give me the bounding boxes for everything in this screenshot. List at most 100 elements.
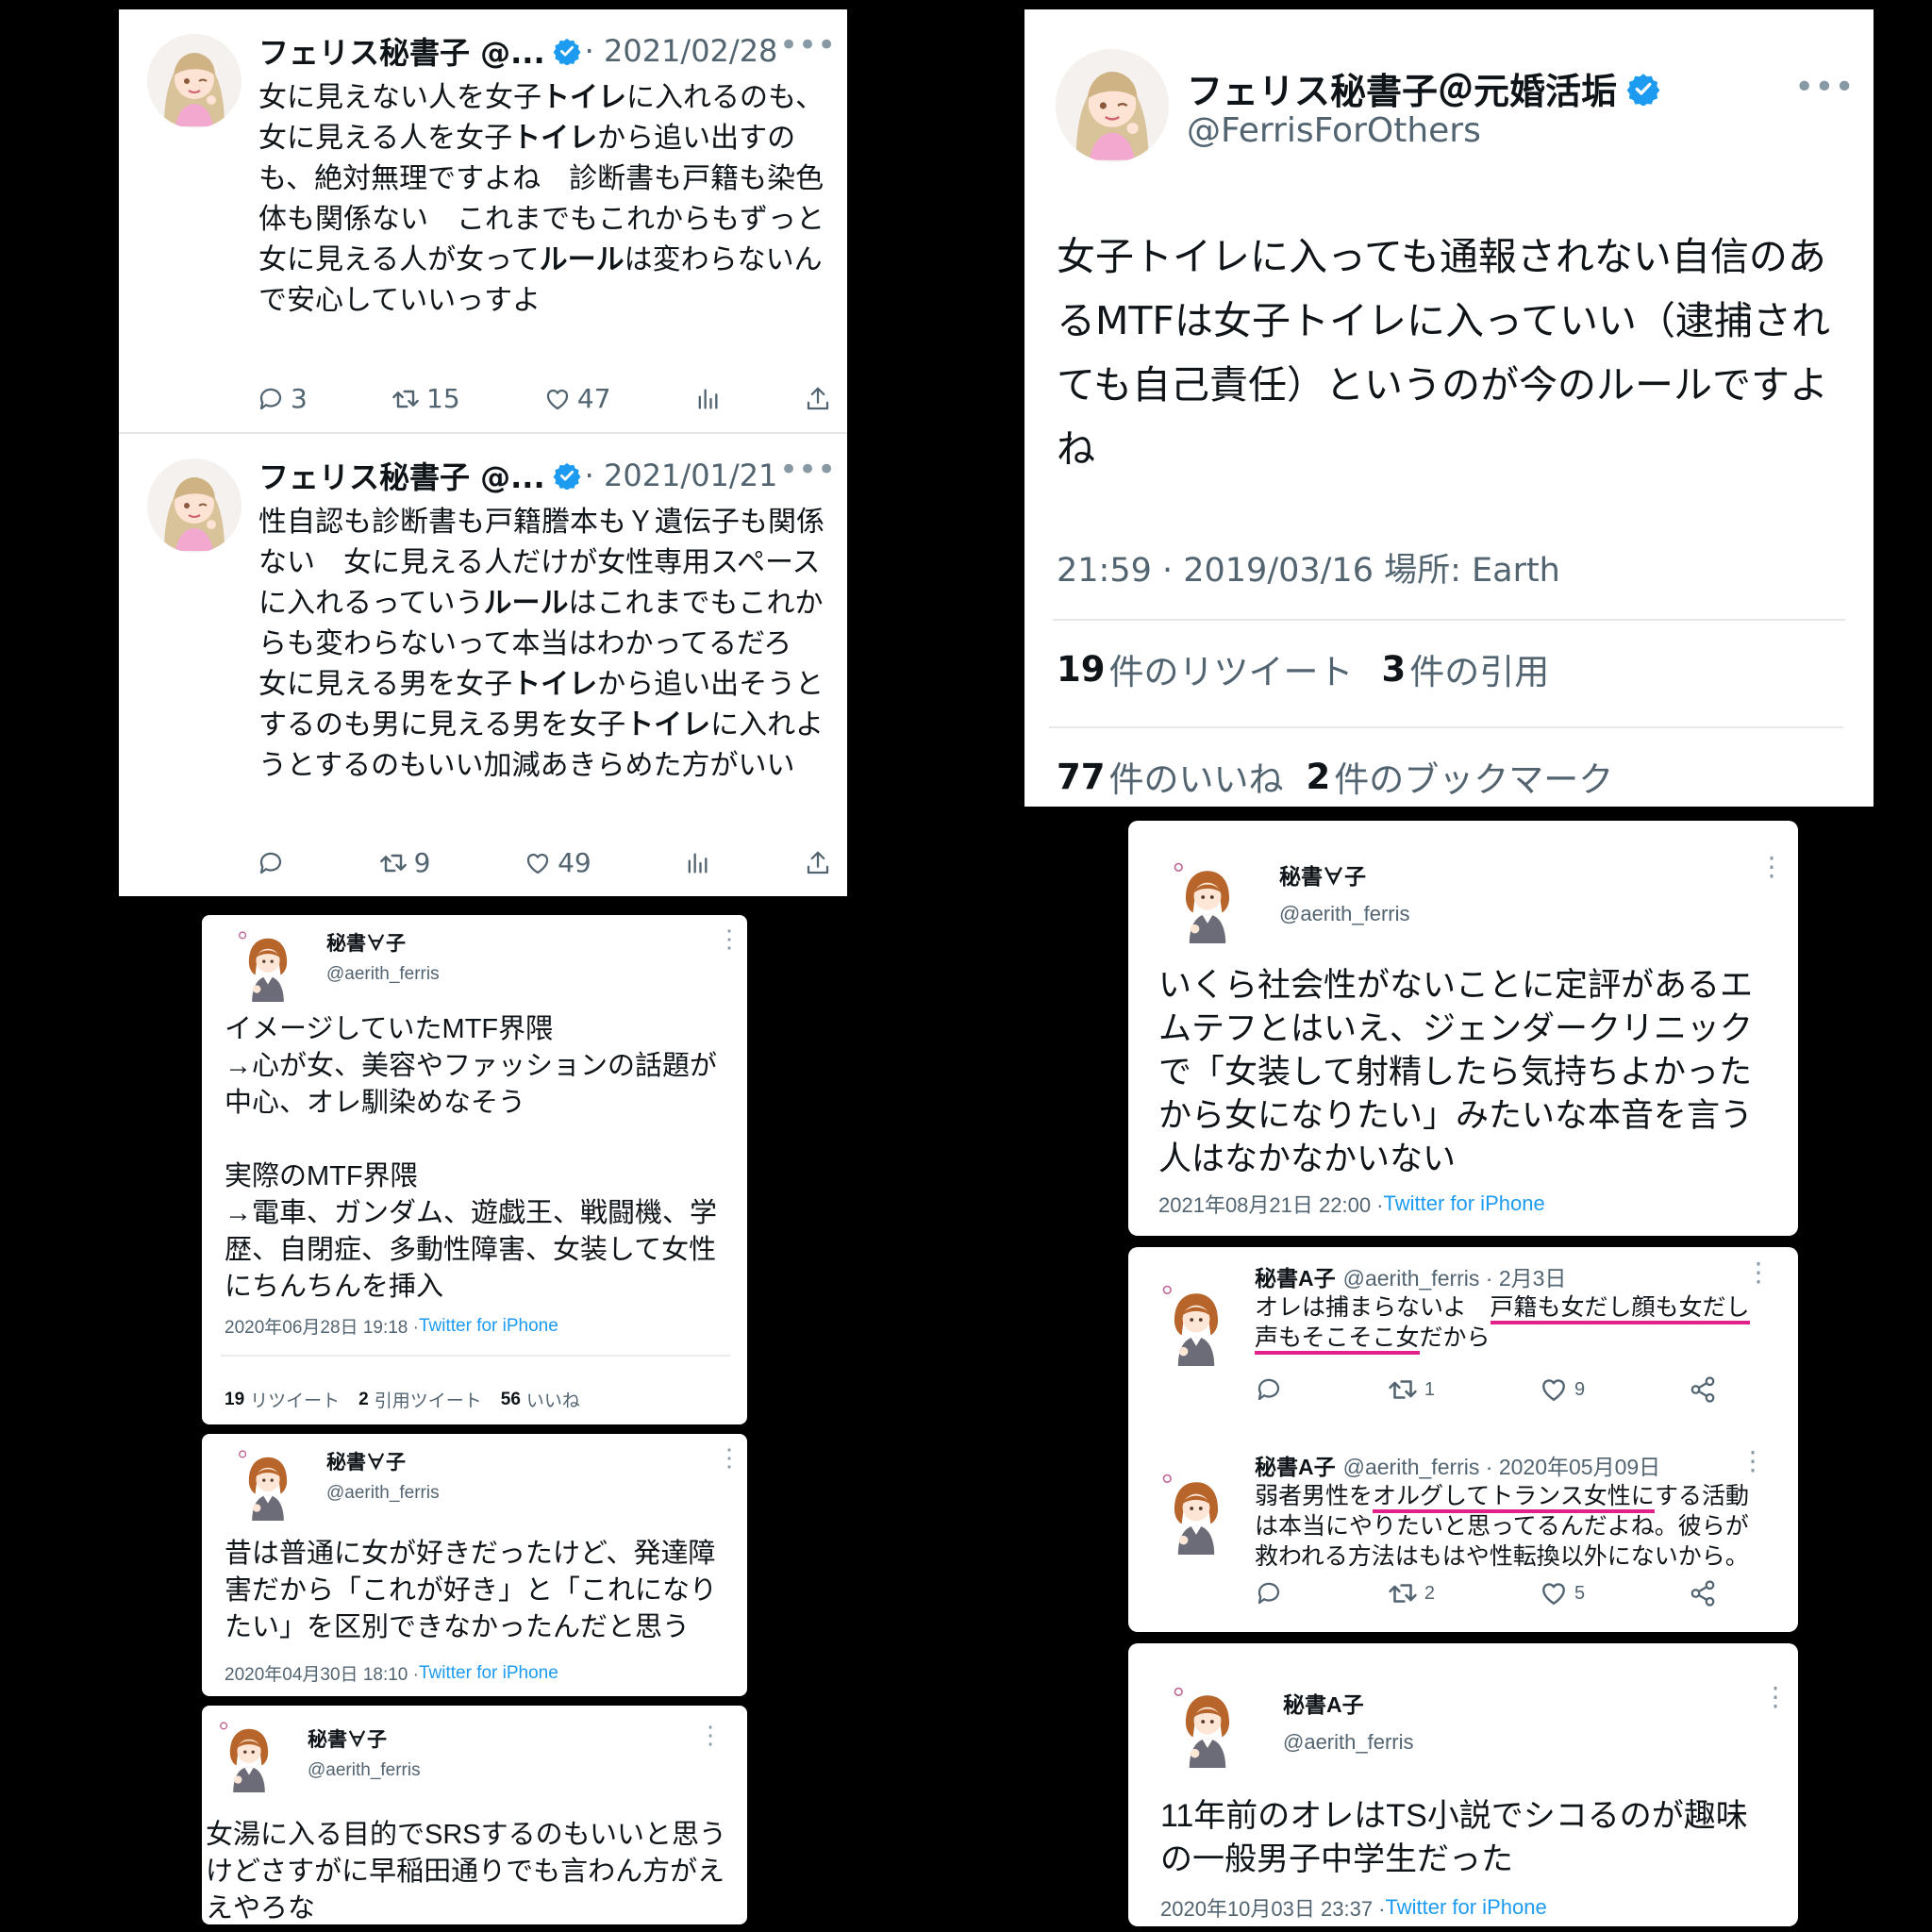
likes-stat[interactable]: 77 件のいいね <box>1057 751 1284 802</box>
tweet-panel-aerith-srs[interactable]: 秘書∀子 @aerith_ferris ⋮ 女湯に入る目的でSRSするのもいいと… <box>202 1706 747 1924</box>
reply-button[interactable]: 3 <box>257 383 308 414</box>
avatar[interactable] <box>228 923 308 1002</box>
author-handle-date[interactable]: @aerith_ferris · 2020年05月09日 <box>1343 1449 1661 1481</box>
avatar[interactable] <box>209 1713 289 1792</box>
more-options-icon[interactable]: ⋮ <box>1745 1257 1772 1288</box>
avatar[interactable] <box>1151 1464 1241 1555</box>
like-button[interactable]: 9 <box>1539 1374 1585 1405</box>
avatar[interactable] <box>1151 1275 1241 1366</box>
more-options-icon[interactable]: ⋮ <box>1758 851 1785 882</box>
like-button[interactable]: 47 <box>543 383 611 414</box>
divider <box>1049 726 1843 728</box>
more-options-icon[interactable]: ••• <box>1794 68 1855 107</box>
more-options-icon[interactable]: ⋮ <box>717 1443 741 1473</box>
highlighted-term: トイレ <box>512 668 598 701</box>
body-text: 弱者男性を <box>1255 1483 1374 1509</box>
source-link[interactable]: Twitter for iPhone <box>1384 1191 1545 1216</box>
more-options-icon[interactable]: ⋮ <box>1762 1681 1789 1712</box>
author-handle-date[interactable]: @aerith_ferris · 2月3日 <box>1343 1260 1567 1292</box>
author-handle[interactable]: @aerith_ferris <box>326 1483 440 1504</box>
tweet-date: 2020年06月28日 19:18 · <box>225 1318 419 1338</box>
analytics-icon <box>694 386 721 412</box>
retweet-button[interactable]: 2 <box>1387 1577 1435 1609</box>
tweet-body: いくら社会性がないことに定評があるエムテフとはいえ、ジェンダークリニックで「女装… <box>1158 967 1754 1177</box>
quotes-label[interactable]: 引用ツイート <box>375 1387 482 1412</box>
author-handle[interactable]: @aerith_ferris <box>1279 902 1410 926</box>
highlighted-text: オルグしてトランス女性に <box>1373 1483 1656 1513</box>
heart-icon <box>1539 1578 1569 1608</box>
avatar[interactable] <box>1162 853 1253 943</box>
author-handle[interactable]: @FerrisForOthers <box>1187 111 1481 150</box>
avatar[interactable] <box>147 458 242 553</box>
tweet-body: 女湯に入る目的でSRSするのもいいと思うけどさすがに早稲田通りでも言わん方がええ… <box>206 1820 727 1924</box>
tweet-body: 女子トイレに入っても通報されない自信のあるMTFは女子トイレに入っていい（逮捕さ… <box>1057 234 1830 472</box>
author-name[interactable]: 秘書A子 <box>1255 1449 1336 1481</box>
tweet-panel-aerith-ts[interactable]: 秘書A子 @aerith_ferris ⋮ 11年前のオレはTS小説でシコるのが… <box>1128 1643 1798 1926</box>
source-link[interactable]: Twitter for iPhone <box>419 1663 558 1684</box>
author-name[interactable]: 秘書A子 <box>1255 1260 1336 1292</box>
like-button[interactable]: 49 <box>524 847 591 878</box>
quotes-stat[interactable]: 3 件の引用 <box>1382 643 1550 694</box>
author-name[interactable]: 秘書∀子 <box>1279 858 1366 891</box>
likes-count: 77 <box>1057 756 1106 797</box>
author-handle[interactable]: @aerith_ferris <box>326 964 440 985</box>
highlighted-term: トイレ <box>625 708 711 741</box>
body-text: 女に見えない人を女子 <box>258 81 541 114</box>
retweets-label[interactable]: リツイート <box>250 1387 340 1412</box>
tweet-timestamp: 2020年10月03日 23:37 · Twitter for iPhone <box>1160 1892 1547 1923</box>
avatar[interactable] <box>147 34 242 128</box>
avatar[interactable] <box>228 1441 308 1521</box>
author-name[interactable]: 秘書∀子 <box>326 928 406 957</box>
author-name[interactable]: フェリス秘書子＠元婚活垢 <box>1187 62 1617 114</box>
analytics-button[interactable] <box>684 850 710 876</box>
more-options-icon[interactable]: ⋮ <box>717 924 741 954</box>
tweet-card[interactable]: フェリス秘書子 @... · 2021/02/28 ••• 女に見えない人を女子… <box>119 9 847 434</box>
tweet-body: 弱者男性をオルグしてトランス女性にする活動は本当にやりたいと思ってるんだよね。彼… <box>1255 1481 1764 1572</box>
quotes-label: 件の引用 <box>1409 652 1550 692</box>
share-button[interactable] <box>804 849 832 877</box>
reply-button[interactable] <box>257 849 285 877</box>
tweet-timestamp-location[interactable]: 21:59 · 2019/03/16 場所: Earth <box>1057 543 1560 591</box>
avatar[interactable] <box>1056 49 1169 162</box>
author-name[interactable]: 秘書∀子 <box>308 1724 387 1753</box>
more-options-icon[interactable]: ⋮ <box>698 1721 723 1750</box>
tweet-card[interactable]: フェリス秘書子 @... · 2021/01/21 ••• 性自認も診断書も戸籍… <box>119 434 847 896</box>
retweet-button[interactable]: 9 <box>378 847 430 878</box>
more-options-icon[interactable]: ••• <box>779 26 836 64</box>
analytics-button[interactable] <box>694 386 721 412</box>
tweet-panel-aerith-clinic[interactable]: 秘書∀子 @aerith_ferris ⋮ いくら社会性がないことに定評があるエ… <box>1128 821 1798 1236</box>
retweet-button[interactable]: 1 <box>1387 1374 1435 1406</box>
share-button[interactable] <box>1689 1579 1717 1607</box>
likes-label[interactable]: いいね <box>526 1387 580 1412</box>
retweet-count: 15 <box>426 383 460 414</box>
avatar[interactable] <box>1162 1677 1253 1768</box>
retweet-icon <box>378 848 408 878</box>
tweet-panel-aerith-hattatsu[interactable]: 秘書∀子 @aerith_ferris ⋮ 昔は普通に女が好きだったけど、発達障… <box>202 1434 747 1696</box>
tweet-date[interactable]: · 2021/02/28 <box>585 33 778 69</box>
share-button[interactable] <box>1689 1375 1717 1404</box>
author-name[interactable]: フェリス秘書子 @... <box>258 29 545 73</box>
author-name[interactable]: 秘書A子 <box>1283 1687 1364 1719</box>
more-options-icon[interactable]: ••• <box>779 451 836 489</box>
tweet-panel-aerith-mtf[interactable]: 秘書∀子 @aerith_ferris ⋮ イメージしていたMTF界隈 →心が女… <box>202 915 747 1424</box>
bookmarks-stat[interactable]: 2 件のブックマーク <box>1307 751 1614 802</box>
share-button[interactable] <box>804 385 832 413</box>
highlighted-text: 戸籍も女だし顔も女だし <box>1490 1294 1750 1324</box>
tweet-date[interactable]: · 2021/01/21 <box>585 458 778 493</box>
retweet-button[interactable]: 15 <box>391 383 460 414</box>
author-name[interactable]: 秘書∀子 <box>326 1447 406 1475</box>
source-link[interactable]: Twitter for iPhone <box>419 1316 558 1337</box>
source-link[interactable]: Twitter for iPhone <box>1386 1895 1547 1920</box>
tweet-panel-ferris-detail[interactable]: フェリス秘書子＠元婚活垢 @FerrisForOthers ••• 女子トイレに… <box>1024 9 1874 807</box>
retweets-stat[interactable]: 19 件のリツイート <box>1057 643 1354 694</box>
author-name[interactable]: フェリス秘書子 @... <box>258 454 545 497</box>
author-handle[interactable]: @aerith_ferris <box>1283 1730 1414 1755</box>
author-handle[interactable]: @aerith_ferris <box>308 1760 421 1781</box>
tweet-card[interactable]: 秘書A子 @aerith_ferris · 2020年05月09日 ⋮ 弱者男性… <box>1128 1436 1798 1632</box>
like-button[interactable]: 5 <box>1539 1578 1585 1608</box>
reply-button[interactable] <box>1255 1375 1283 1404</box>
reply-button[interactable] <box>1255 1579 1283 1607</box>
tweet-body: 女に見えない人を女子トイレに入れるのも、女に見える人を女子トイレから追い出すのも… <box>258 77 824 321</box>
tweet-card[interactable]: 秘書A子 @aerith_ferris · 2月3日 ⋮ オレは捕まらないよ 戸… <box>1128 1247 1798 1436</box>
more-options-icon[interactable]: ⋮ <box>1740 1445 1766 1476</box>
